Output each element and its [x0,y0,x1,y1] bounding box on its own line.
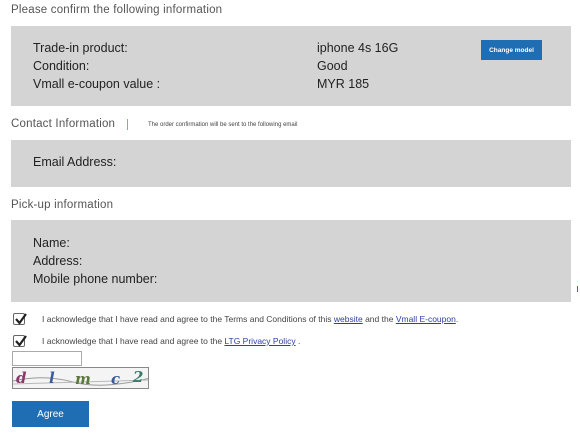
condition-value: Good [317,59,348,73]
contact-heading: Contact Information [11,118,116,130]
terms-text-before: I acknowledge that I have read and agree… [42,314,332,324]
terms-agreement-text: I acknowledge that I have read and agree… [42,314,458,324]
captcha-char-2: l [49,369,55,387]
terms-text-after: . [455,314,459,324]
privacy-policy-link[interactable]: LTG Privacy Policy [224,336,295,346]
captcha-char-1: d [16,369,27,387]
vmall-e-coupon-link[interactable]: Vmall E-coupon [396,314,456,324]
pickup-heading: Pick-up information [11,199,114,211]
privacy-text-after: . [297,336,301,346]
captcha-input[interactable] [12,351,82,366]
name-label: Name: [33,236,70,250]
terms-text-middle: and the [365,314,394,324]
scroll-edge-marker [577,286,578,292]
agree-button[interactable]: Agree [12,401,89,427]
coupon-value-label: Vmall e-coupon value : [33,77,161,91]
privacy-text-before: I acknowledge that I have read and agree… [42,336,223,346]
captcha-char-5: 2 [133,368,144,386]
confirm-heading: Please confirm the following information [11,4,223,16]
checkmark-icon [15,313,27,325]
website-link[interactable]: website [334,314,363,324]
change-model-button[interactable]: Change model [481,40,542,60]
contact-panel: Email Address: [11,140,571,187]
phone-label: Mobile phone number: [33,272,158,286]
terms-checkbox[interactable] [13,313,27,325]
email-label: Email Address: [33,155,117,169]
trade-in-product-label: Trade-in product: [33,41,128,55]
captcha-char-3: m [75,370,91,388]
trade-in-product-value: iphone 4s 16G [317,41,399,55]
captcha-char-4: c [111,370,121,388]
privacy-checkbox[interactable] [13,335,27,347]
checkmark-icon [15,335,27,347]
contact-note: The order confirmation will be sent to t… [148,122,298,128]
pickup-panel: Name: Address: Mobile phone number: [11,220,571,302]
trade-in-panel: Trade-in product: iphone 4s 16G Conditio… [11,26,571,106]
heading-separator [127,119,128,130]
privacy-agreement-text: I acknowledge that I have read and agree… [42,336,300,346]
condition-label: Condition: [33,59,90,73]
address-label: Address: [33,254,83,268]
captcha-image[interactable]: d l m c 2 [12,367,149,389]
coupon-value: MYR 185 [317,77,370,91]
